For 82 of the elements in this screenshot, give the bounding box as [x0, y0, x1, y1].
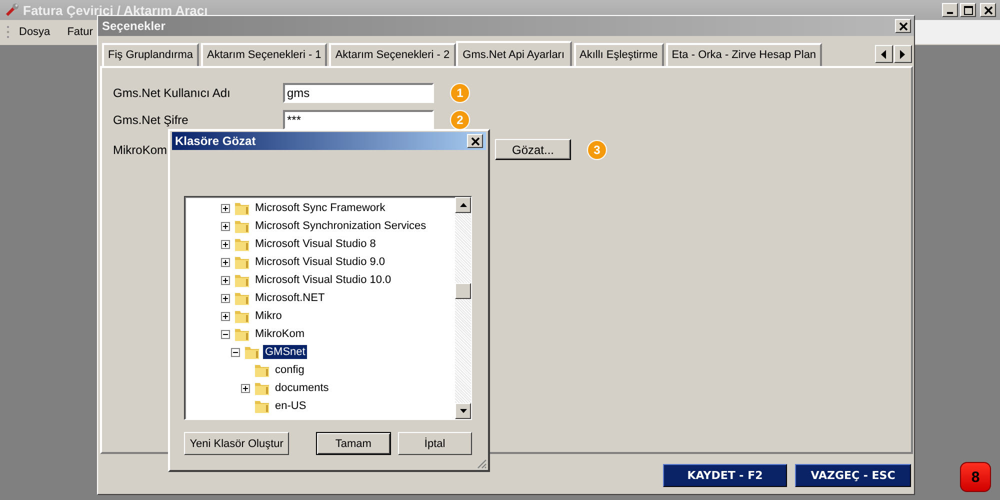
expand-icon[interactable]: [221, 222, 230, 230]
down-arrow-icon: [460, 409, 466, 413]
maximize-button[interactable]: [960, 3, 976, 17]
tab[interactable]: Aktarım Seçenekleri - 2: [329, 43, 456, 66]
wrench-icon: [4, 2, 20, 18]
tree-item[interactable]: Microsoft Synchronization Services: [253, 219, 428, 233]
folder-icon: [234, 200, 250, 216]
field-label: MikroKom: [113, 142, 168, 156]
tree-item[interactable]: en-US: [273, 399, 308, 413]
action-button[interactable]: VAZGEÇ - ESC: [795, 464, 911, 487]
grip-icon: [6, 24, 10, 40]
browse-button[interactable]: Gözat...: [495, 139, 571, 160]
resize-grip-icon[interactable]: [475, 457, 487, 469]
number-badge: 3: [588, 140, 606, 158]
tree-item[interactable]: Mikro: [253, 309, 284, 323]
dialog-title: Seçenekler: [102, 19, 166, 33]
action-button[interactable]: KAYDET - F2: [663, 464, 787, 487]
dialog-button[interactable]: İptal: [398, 432, 472, 455]
close-icon: [984, 6, 992, 14]
expand-icon[interactable]: [221, 276, 230, 284]
close-icon: [898, 22, 908, 30]
scroll-up-button[interactable]: [455, 197, 471, 213]
number-badge: 1: [451, 84, 469, 102]
tree-item[interactable]: config: [273, 363, 306, 377]
menu-item[interactable]: Dosya: [19, 26, 50, 38]
field-label: Gms.Net Kullanıcı Adı: [113, 86, 232, 100]
close-button[interactable]: [895, 19, 911, 33]
window-title: Fatura Çevirici / Aktarım Aracı: [23, 2, 208, 18]
minimize-icon: [947, 12, 953, 14]
tab[interactable]: Fiş Gruplandırma: [102, 43, 199, 66]
folder-icon: [254, 398, 270, 414]
folder-icon: [254, 380, 270, 396]
tree-item[interactable]: Microsoft Visual Studio 9.0: [253, 255, 388, 269]
folder-icon: [234, 326, 250, 342]
number-badge: 8: [960, 462, 991, 492]
tab[interactable]: Aktarım Seçenekleri - 1: [200, 43, 328, 66]
left-arrow-icon: [881, 50, 887, 58]
folder-icon: [254, 362, 270, 378]
tree-item[interactable]: Microsoft Visual Studio 10.0: [253, 273, 394, 287]
folder-icon: [234, 308, 250, 324]
expand-icon[interactable]: [221, 204, 230, 212]
close-button[interactable]: [467, 134, 483, 148]
folder-icon: [234, 290, 250, 306]
folder-icon: [244, 344, 260, 360]
close-icon: [470, 136, 480, 146]
scroll-left-button[interactable]: [875, 45, 893, 63]
expand-icon[interactable]: [221, 294, 230, 302]
right-arrow-icon: [900, 50, 906, 58]
folder-icon: [234, 272, 250, 288]
field-label: Gms.Net Şifre: [113, 112, 190, 126]
expand-icon[interactable]: [221, 258, 230, 266]
minimize-button[interactable]: [942, 3, 958, 17]
number-badge: 2: [451, 110, 469, 128]
scroll-down-button[interactable]: [455, 403, 471, 419]
tree-item[interactable]: Microsoft.NET: [253, 291, 327, 305]
expand-icon[interactable]: [221, 312, 230, 320]
scroll-right-button[interactable]: [894, 45, 912, 63]
input-field[interactable]: ***: [283, 110, 434, 130]
dialog-title: Klasöre Gözat: [175, 134, 256, 148]
close-button[interactable]: [980, 3, 996, 17]
scrollbar-thumb[interactable]: [455, 283, 471, 299]
collapse-icon[interactable]: [221, 330, 230, 338]
collapse-icon[interactable]: [231, 348, 240, 356]
tab[interactable]: Akıllı Eşleştirme: [574, 43, 664, 66]
folder-icon: [234, 254, 250, 270]
dialog-button[interactable]: Yeni Klasör Oluştur: [184, 432, 290, 455]
folder-icon: [234, 236, 250, 252]
tab[interactable]: Gms.Net Api Ayarları: [456, 41, 572, 66]
tab[interactable]: Eta - Orka - Zirve Hesap Plan: [666, 43, 822, 66]
tree-item[interactable]: Microsoft Sync Framework: [253, 201, 388, 215]
input-field[interactable]: gms: [283, 82, 434, 102]
expand-icon[interactable]: [241, 384, 250, 392]
tree-item[interactable]: MikroKom: [253, 327, 307, 341]
tree-item[interactable]: documents: [273, 381, 331, 395]
maximize-icon: [964, 6, 972, 14]
folder-icon: [234, 218, 250, 234]
expand-icon[interactable]: [221, 240, 230, 248]
up-arrow-icon: [460, 203, 466, 207]
tree-item[interactable]: Microsoft Visual Studio 8: [253, 237, 378, 251]
tree-item[interactable]: GMSnet: [263, 345, 308, 359]
dialog-button[interactable]: Tamam: [316, 432, 391, 455]
menu-item[interactable]: Fatur: [67, 26, 93, 38]
